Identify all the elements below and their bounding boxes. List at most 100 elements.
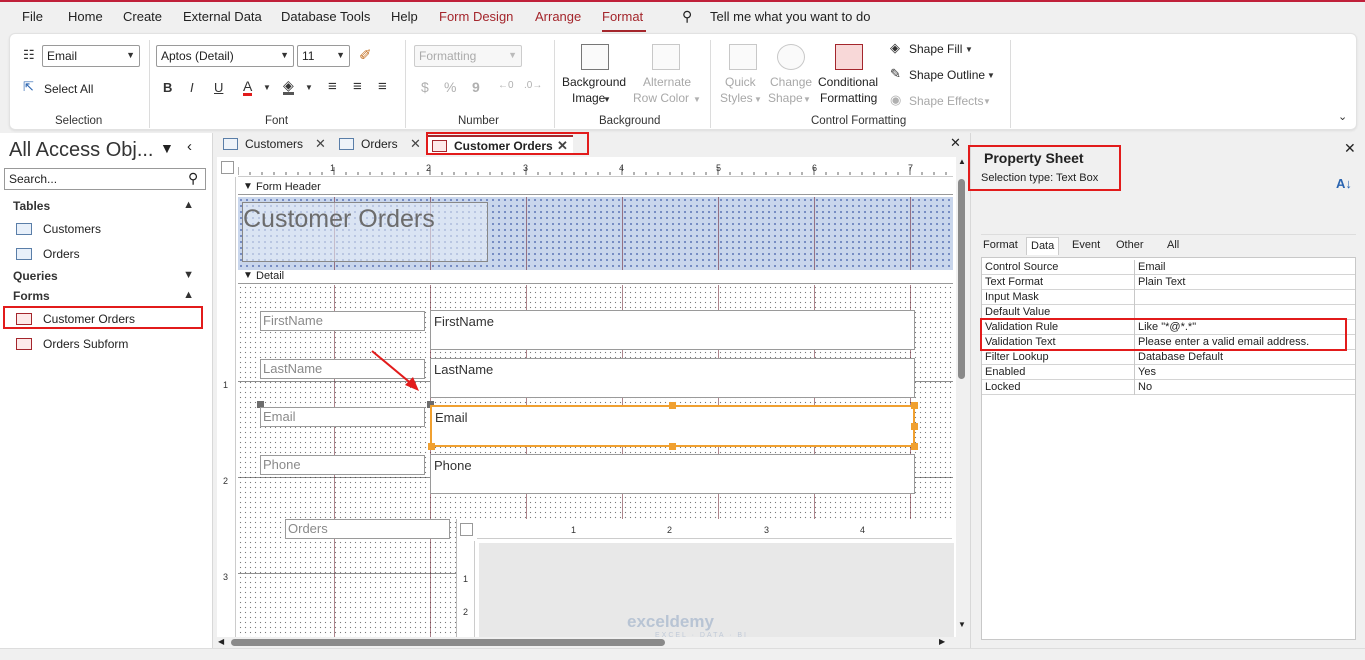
comma-style-button[interactable]: 9 bbox=[472, 79, 480, 95]
ps-tab-format[interactable]: Format bbox=[979, 237, 1022, 255]
property-row[interactable]: Locked No bbox=[982, 380, 1355, 395]
phone-textbox[interactable]: Phone bbox=[430, 454, 915, 494]
menu-home[interactable]: Home bbox=[68, 9, 103, 24]
ps-tab-other[interactable]: Other bbox=[1112, 237, 1148, 255]
chevron-down-icon[interactable]: ▼ bbox=[263, 83, 271, 92]
align-right-icon[interactable]: ≡ bbox=[378, 78, 387, 95]
subform-selector[interactable] bbox=[460, 523, 473, 536]
object-combo[interactable]: Email ▼ bbox=[42, 45, 140, 67]
scroll-thumb[interactable] bbox=[231, 639, 665, 646]
collapse-pane-icon[interactable]: ‹ bbox=[187, 138, 192, 155]
property-value[interactable]: Database Default bbox=[1138, 351, 1223, 363]
font-color-button[interactable]: A bbox=[243, 79, 253, 96]
format-painter-icon[interactable]: ✐ bbox=[359, 46, 372, 64]
form-title-label-box[interactable]: Customer Orders bbox=[242, 202, 488, 262]
email-label[interactable]: Email bbox=[260, 407, 425, 427]
nav-section-tables[interactable]: Tables bbox=[13, 199, 50, 213]
chevron-down-icon[interactable]: ▼ bbox=[965, 45, 973, 54]
control-select-area[interactable] bbox=[981, 195, 1356, 235]
chevron-up-icon[interactable]: ▲ bbox=[183, 289, 194, 301]
menu-external-data[interactable]: External Data bbox=[183, 9, 262, 24]
resize-handle[interactable] bbox=[911, 423, 918, 430]
background-image-button[interactable]: Background bbox=[562, 75, 626, 89]
alternate-row-color-button[interactable]: Alternate bbox=[643, 75, 691, 89]
property-row[interactable]: Text Format Plain Text bbox=[982, 275, 1355, 290]
close-icon[interactable]: ✕ bbox=[1344, 140, 1356, 157]
firstname-textbox[interactable]: FirstName bbox=[430, 310, 915, 350]
phone-label[interactable]: Phone bbox=[260, 455, 425, 475]
form-header-section-bar[interactable]: ▼ Form Header bbox=[238, 181, 953, 195]
conditional-formatting-button[interactable]: Conditional bbox=[818, 75, 878, 89]
ps-tab-event[interactable]: Event bbox=[1068, 237, 1104, 255]
nav-item-orders[interactable]: Orders bbox=[43, 247, 80, 261]
tell-me-box[interactable]: Tell me what you want to do bbox=[710, 9, 870, 24]
ps-tab-data[interactable]: Data bbox=[1026, 237, 1060, 255]
resize-handle[interactable] bbox=[669, 402, 676, 409]
menu-file[interactable]: File bbox=[22, 9, 43, 24]
align-center-icon[interactable]: ≡ bbox=[353, 78, 362, 95]
menu-create[interactable]: Create bbox=[123, 9, 162, 24]
nav-pane-title[interactable]: All Access Obj... bbox=[9, 139, 154, 162]
orders-subform-label[interactable]: Orders bbox=[285, 519, 450, 539]
chevron-down-icon[interactable]: ▼ bbox=[183, 269, 194, 281]
number-format-combo[interactable]: Formatting ▼ bbox=[414, 45, 522, 67]
currency-button[interactable]: $ bbox=[421, 79, 429, 95]
chevron-down-circle-icon[interactable]: ▼ bbox=[160, 140, 174, 156]
email-textbox[interactable]: Email bbox=[430, 405, 915, 447]
increase-decimals-icon[interactable]: ←0 bbox=[498, 80, 514, 91]
align-left-icon[interactable]: ≡ bbox=[328, 78, 337, 95]
tab-customers[interactable]: Customers ✕ bbox=[219, 135, 331, 155]
quick-styles-button[interactable]: Quick bbox=[725, 75, 756, 89]
shape-fill-button[interactable]: Shape Fill bbox=[909, 42, 962, 56]
decrease-decimals-icon[interactable]: .0→ bbox=[524, 80, 542, 91]
underline-button[interactable]: U bbox=[214, 80, 223, 95]
font-size-combo[interactable]: 11 ▼ bbox=[297, 45, 350, 67]
change-shape-button[interactable]: Change bbox=[770, 75, 812, 89]
vertical-scrollbar[interactable]: ▲ ▼ bbox=[956, 157, 967, 648]
chevron-down-icon[interactable]: ▼ bbox=[803, 95, 811, 104]
font-name-combo[interactable]: Aptos (Detail) ▼ bbox=[156, 45, 294, 67]
property-row[interactable]: Filter Lookup Database Default bbox=[982, 350, 1355, 365]
search-icon[interactable]: ⚲ bbox=[682, 8, 692, 25]
scroll-down-icon[interactable]: ▼ bbox=[958, 620, 966, 629]
close-icon[interactable]: ✕ bbox=[315, 136, 326, 152]
property-value[interactable]: Email bbox=[1138, 261, 1166, 273]
menu-form-design[interactable]: Form Design bbox=[439, 9, 513, 24]
chevron-down-icon[interactable]: ▼ bbox=[754, 95, 762, 104]
resize-handle[interactable] bbox=[428, 443, 435, 450]
bold-button[interactable]: B bbox=[163, 80, 172, 95]
select-all-button[interactable]: Select All bbox=[44, 82, 93, 96]
form-selector[interactable] bbox=[221, 161, 234, 174]
chevron-down-icon[interactable]: ▼ bbox=[983, 97, 991, 106]
firstname-label[interactable]: FirstName bbox=[260, 311, 425, 331]
property-value[interactable]: Yes bbox=[1138, 366, 1156, 378]
italic-button[interactable]: I bbox=[190, 80, 194, 95]
property-value[interactable]: Plain Text bbox=[1138, 276, 1186, 288]
nav-search-input[interactable]: Search... ⚲ bbox=[4, 168, 206, 190]
nav-item-customers[interactable]: Customers bbox=[43, 222, 101, 236]
resize-handle[interactable] bbox=[911, 402, 918, 409]
chevron-up-icon[interactable]: ▲ bbox=[183, 199, 194, 211]
ps-tab-all[interactable]: All bbox=[1163, 237, 1183, 255]
nav-item-orders-subform[interactable]: Orders Subform bbox=[43, 337, 128, 351]
chevron-down-icon[interactable]: ▼ bbox=[693, 95, 701, 104]
menu-help[interactable]: Help bbox=[391, 9, 418, 24]
form-header-area[interactable]: Customer Orders bbox=[238, 197, 953, 270]
sort-az-icon[interactable]: A↓ bbox=[1336, 176, 1352, 191]
nav-section-forms[interactable]: Forms bbox=[13, 289, 50, 303]
chevron-down-icon[interactable]: ▼ bbox=[603, 95, 611, 104]
tab-orders[interactable]: Orders ✕ bbox=[335, 135, 421, 155]
property-value[interactable]: No bbox=[1138, 381, 1152, 393]
scroll-thumb[interactable] bbox=[958, 179, 965, 379]
fill-color-icon[interactable]: ◈ bbox=[283, 78, 294, 95]
percent-button[interactable]: % bbox=[444, 79, 456, 95]
chevron-down-icon[interactable]: ▼ bbox=[987, 71, 995, 80]
scroll-right-icon[interactable]: ▶ bbox=[939, 637, 945, 646]
resize-handle[interactable] bbox=[911, 443, 918, 450]
shape-outline-button[interactable]: Shape Outline bbox=[909, 68, 985, 82]
lastname-textbox[interactable]: LastName bbox=[430, 358, 915, 398]
form-design-canvas[interactable]: 1 2 3 4 5 6 7 1 2 3 ▼ Form Header Custom… bbox=[217, 157, 967, 648]
menu-database-tools[interactable]: Database Tools bbox=[281, 9, 370, 24]
menu-arrange[interactable]: Arrange bbox=[535, 9, 581, 24]
detail-section-bar[interactable]: ▼ Detail bbox=[238, 270, 953, 284]
